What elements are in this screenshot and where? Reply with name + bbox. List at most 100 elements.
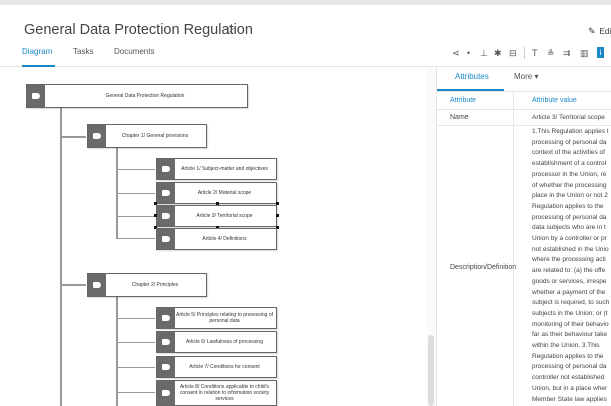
attribute-row[interactable]: Description/Definition 1.This Regulation… <box>437 126 611 406</box>
description-line: goods or services, irrespe <box>532 277 607 285</box>
node-tag <box>157 159 175 179</box>
node-tag <box>157 229 175 249</box>
attribute-value-description: 1.This Regulation applies t processing of… <box>532 127 611 405</box>
article-connector <box>116 318 155 319</box>
description-line: within the Union. 3.This <box>532 342 600 350</box>
node-label: Chapter 1/ General provisions <box>121 133 189 139</box>
pin-icon[interactable]: • <box>467 48 470 58</box>
diagram-node-article-selected[interactable]: Article 3/ Territorial scope <box>156 205 277 227</box>
attribute-name: Name <box>450 114 469 121</box>
description-line: are related to: (a) the offe <box>532 267 606 275</box>
diagram-node-chapter[interactable]: Chapter 1/ General provisions <box>87 124 207 148</box>
node-label: Article 4/ Definitions <box>202 236 247 242</box>
selection-handle[interactable] <box>154 214 157 217</box>
diagram-node-article[interactable]: Article 4/ Definitions <box>156 228 277 250</box>
tab-tasks[interactable]: Tasks <box>73 47 93 56</box>
chapter1-connector <box>60 136 86 138</box>
text-format-icon[interactable]: T <box>532 48 538 58</box>
node-label: Chapter 2/ Principles <box>131 282 179 288</box>
tab-documents[interactable]: Documents <box>114 47 154 56</box>
attribute-row[interactable]: Name Article 3/ Territorial scope <box>437 110 611 126</box>
description-line: Regulation applies to the <box>532 352 604 360</box>
node-tag <box>157 332 175 352</box>
description-line: whether a payment of the <box>532 288 606 296</box>
org-chart-icon[interactable]: ≗ <box>547 48 555 59</box>
selection-handle[interactable] <box>216 202 219 205</box>
description-line: controller not established <box>532 374 605 382</box>
tab-diagram[interactable]: Diagram <box>22 47 52 56</box>
node-tag <box>157 308 175 328</box>
tag-icon <box>162 190 170 196</box>
selection-handle[interactable] <box>276 202 279 205</box>
tab-more-dropdown[interactable]: More ▾ <box>514 72 538 81</box>
chapter2-branch <box>116 295 118 406</box>
download-icon[interactable]: ⊥ <box>480 48 488 59</box>
description-line: Union, but in a place wher <box>532 384 608 392</box>
column-header-value: Attribute value <box>532 97 577 104</box>
node-label: Article 5/ Principles relating to proces… <box>176 312 273 324</box>
app-window: General Data Protection Regulation ☆ ✎ Ed… <box>0 0 611 406</box>
description-line: 1.This Regulation applies t <box>532 128 609 135</box>
tag-icon <box>162 339 170 345</box>
selection-handle[interactable] <box>154 202 157 205</box>
description-line: not established in the Unio <box>532 245 609 253</box>
article-connector <box>116 238 155 239</box>
node-tag <box>157 206 175 226</box>
article-connector <box>116 216 155 217</box>
tag-icon <box>162 213 170 219</box>
node-tag <box>88 125 106 147</box>
diagram-node-chapter[interactable]: Chapter 2/ Principles <box>87 273 207 297</box>
node-tag <box>157 357 175 377</box>
diagram-node-article[interactable]: Article 5/ Principles relating to proces… <box>156 307 277 329</box>
article-connector <box>116 342 155 343</box>
node-tag <box>88 274 106 296</box>
attribute-name: Description/Definition <box>450 264 517 271</box>
column-header-attribute: Attribute <box>450 97 477 104</box>
diagram-node-article[interactable]: Article 6/ Lawfulness of processing <box>156 331 277 353</box>
canvas-scrollbar-thumb[interactable] <box>428 335 434 406</box>
description-line: processing of personal da <box>532 363 607 371</box>
article-connector <box>116 169 155 170</box>
node-label: General Data Protection Regulation <box>105 93 185 99</box>
diagram-node-root[interactable]: General Data Protection Regulation <box>26 84 248 108</box>
settings-icon[interactable]: ✱ <box>494 48 502 59</box>
description-line: processor in the Union, re <box>532 170 607 178</box>
description-line: monitoring of their behavio <box>532 320 609 328</box>
description-line: subjects in the Union; or (t <box>532 309 608 317</box>
tab-attributes[interactable]: Attributes <box>455 72 489 81</box>
attribute-table-header: Attribute Attribute value <box>437 92 611 110</box>
node-tag <box>157 381 175 405</box>
diagram-canvas[interactable]: General Data Protection Regulation Chapt… <box>0 67 435 406</box>
node-tag <box>27 85 45 107</box>
tag-icon <box>93 133 101 139</box>
properties-panel: Attributes More ▾ Attribute Attribute va… <box>436 67 611 406</box>
diagram-node-article[interactable]: Article 2/ Material scope <box>156 182 277 204</box>
article-connector <box>116 193 155 194</box>
view-tabs: Diagram Tasks Documents ⋖ • ⊥ ✱ ⊟ T ≗ ⇉ … <box>0 43 611 67</box>
node-label: Article 3/ Territorial scope <box>196 213 253 219</box>
tag-icon <box>162 166 170 172</box>
bar-chart-icon[interactable]: ▥ <box>580 48 589 59</box>
diagram-node-article[interactable]: Article 7/ Conditions for consent <box>156 356 277 378</box>
node-label: Article 7/ Conditions for consent <box>189 364 260 370</box>
page-title: General Data Protection Regulation <box>24 22 253 38</box>
tag-icon <box>162 236 170 242</box>
tag-icon <box>162 364 170 370</box>
share-icon[interactable]: ⋖ <box>452 48 460 59</box>
node-label: Article 1/ Subject-matter and objectives <box>181 166 268 172</box>
tag-icon <box>162 315 170 321</box>
flow-icon[interactable]: ⇉ <box>563 48 571 59</box>
favorite-star-icon[interactable]: ☆ <box>224 22 236 38</box>
diagram-node-article[interactable]: Article 1/ Subject-matter and objectives <box>156 158 277 180</box>
node-label: Article 6/ Lawfulness of processing <box>186 339 263 345</box>
print-icon[interactable]: ⊟ <box>509 48 517 59</box>
selection-handle[interactable] <box>276 214 279 217</box>
article-connector <box>116 392 155 393</box>
node-label: Article 2/ Material scope <box>197 190 252 196</box>
description-line: place in the Union or not 2 <box>532 192 608 200</box>
edit-button[interactable]: ✎ Edi <box>588 26 611 37</box>
info-icon[interactable]: i <box>597 47 604 58</box>
description-line: where the processing acti <box>532 256 606 264</box>
description-line: data subjects who are in t <box>532 224 606 232</box>
diagram-node-article[interactable]: Article 8/ Conditions applicable to chil… <box>156 380 277 406</box>
